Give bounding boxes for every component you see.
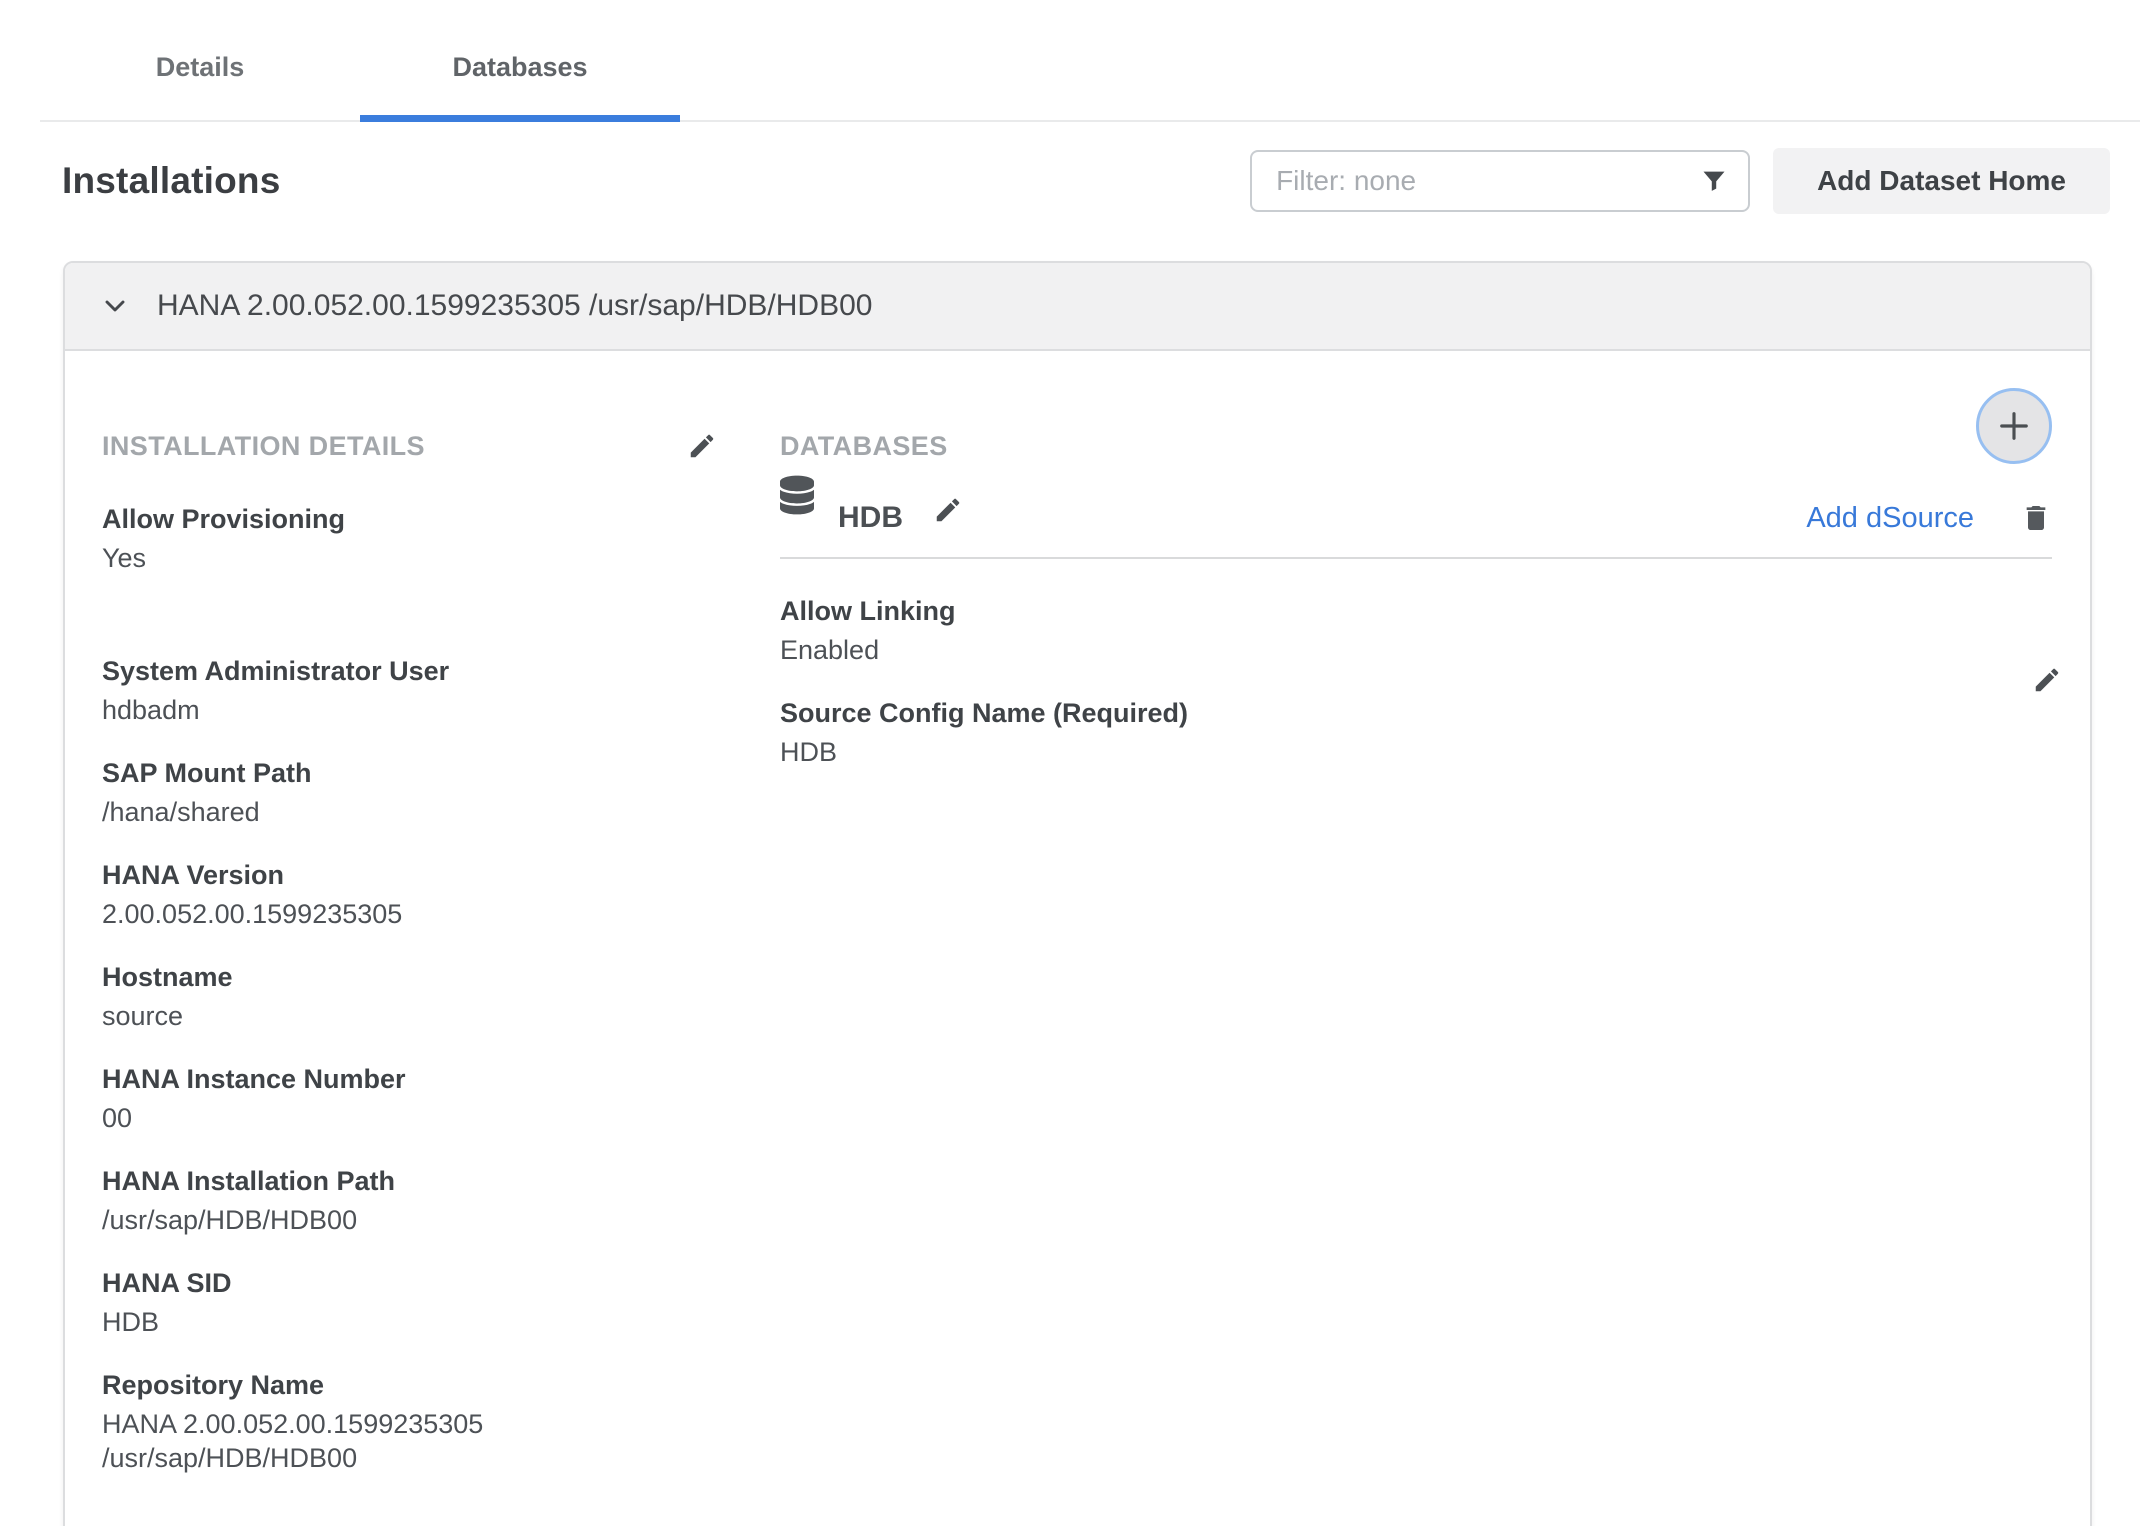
installation-panel-header[interactable]: HANA 2.00.052.00.1599235305 /usr/sap/HDB…	[65, 263, 2090, 351]
field-label: Repository Name	[102, 1369, 717, 1402]
field-value: hdbadm	[102, 693, 642, 727]
tab-databases[interactable]: Databases	[360, 0, 680, 120]
funnel-icon[interactable]	[1700, 167, 1728, 195]
environment-management-page: Details Databases Installations Add Data…	[0, 0, 2140, 1526]
databases-section: DATABASES HDB Add dSource	[780, 429, 2090, 1505]
tab-databases-label: Databases	[452, 52, 587, 83]
database-icon	[780, 475, 814, 515]
field-value: Enabled	[780, 633, 1320, 667]
installation-details-fields: Allow Provisioning Yes System Administra…	[102, 503, 717, 1475]
page-header: Installations Add Dataset Home	[62, 148, 2110, 214]
filter-input[interactable]	[1250, 150, 1750, 212]
active-tab-underline	[360, 115, 680, 122]
tab-details[interactable]: Details	[40, 0, 360, 120]
field-label: Allow Linking	[780, 595, 2052, 628]
database-config-fields: Allow Linking Enabled Source Config Name…	[780, 595, 2052, 769]
field-system-administrator-user: System Administrator User hdbadm	[102, 655, 717, 727]
field-value: source	[102, 999, 642, 1033]
trash-icon[interactable]	[2020, 502, 2052, 534]
field-label: HANA SID	[102, 1267, 717, 1300]
field-label: SAP Mount Path	[102, 757, 717, 790]
field-value: 00	[102, 1101, 642, 1135]
chevron-down-icon	[99, 290, 131, 322]
installation-panel-title: HANA 2.00.052.00.1599235305 /usr/sap/HDB…	[157, 289, 872, 323]
database-name: HDB	[838, 501, 903, 535]
field-label: Source Config Name (Required)	[780, 697, 2052, 730]
field-allow-linking: Allow Linking Enabled	[780, 595, 2052, 667]
installation-panel: HANA 2.00.052.00.1599235305 /usr/sap/HDB…	[63, 261, 2092, 1526]
filter-box	[1250, 150, 1750, 212]
field-value: HDB	[102, 1305, 642, 1339]
database-row-divider	[780, 557, 2052, 559]
field-label: Allow Provisioning	[102, 503, 717, 536]
edit-source-config-icon[interactable]	[2032, 665, 2062, 695]
installation-details-heading: INSTALLATION DETAILS	[102, 431, 425, 462]
add-dataset-home-button[interactable]: Add Dataset Home	[1773, 148, 2110, 214]
field-value: /hana/shared	[102, 795, 642, 829]
field-hana-instance-number: HANA Instance Number 00	[102, 1063, 717, 1135]
add-database-button[interactable]	[1976, 388, 2052, 464]
field-label: System Administrator User	[102, 655, 717, 688]
field-repository-name: Repository Name HANA 2.00.052.00.1599235…	[102, 1369, 717, 1475]
edit-database-icon[interactable]	[933, 495, 963, 525]
plus-icon	[1993, 405, 2035, 447]
field-value: 2.00.052.00.1599235305	[102, 897, 642, 931]
field-label: HANA Instance Number	[102, 1063, 717, 1096]
field-hostname: Hostname source	[102, 961, 717, 1033]
tab-details-label: Details	[156, 52, 245, 83]
installation-panel-body: INSTALLATION DETAILS Allow Provisioning …	[65, 351, 2090, 1526]
database-row: HDB Add dSource	[780, 475, 2052, 535]
field-source-config-name: Source Config Name (Required) HDB	[780, 697, 2052, 769]
field-value: Yes	[102, 541, 642, 575]
edit-installation-icon[interactable]	[687, 431, 717, 461]
field-value: HDB	[780, 735, 1320, 769]
field-value: /usr/sap/HDB/HDB00	[102, 1203, 642, 1237]
add-dsource-link[interactable]: Add dSource	[1806, 502, 1974, 535]
field-hana-sid: HANA SID HDB	[102, 1267, 717, 1339]
field-label: HANA Installation Path	[102, 1165, 717, 1198]
field-sap-mount-path: SAP Mount Path /hana/shared	[102, 757, 717, 829]
field-allow-provisioning: Allow Provisioning Yes	[102, 503, 717, 575]
tab-bar: Details Databases	[40, 0, 2140, 122]
databases-heading: DATABASES	[780, 431, 948, 462]
field-hana-installation-path: HANA Installation Path /usr/sap/HDB/HDB0…	[102, 1165, 717, 1237]
field-hana-version: HANA Version 2.00.052.00.1599235305	[102, 859, 717, 931]
installation-details-section: INSTALLATION DETAILS Allow Provisioning …	[102, 429, 717, 1505]
page-title: Installations	[62, 160, 1250, 202]
field-label: HANA Version	[102, 859, 717, 892]
field-value: HANA 2.00.052.00.1599235305 /usr/sap/HDB…	[102, 1407, 642, 1475]
field-label: Hostname	[102, 961, 717, 994]
